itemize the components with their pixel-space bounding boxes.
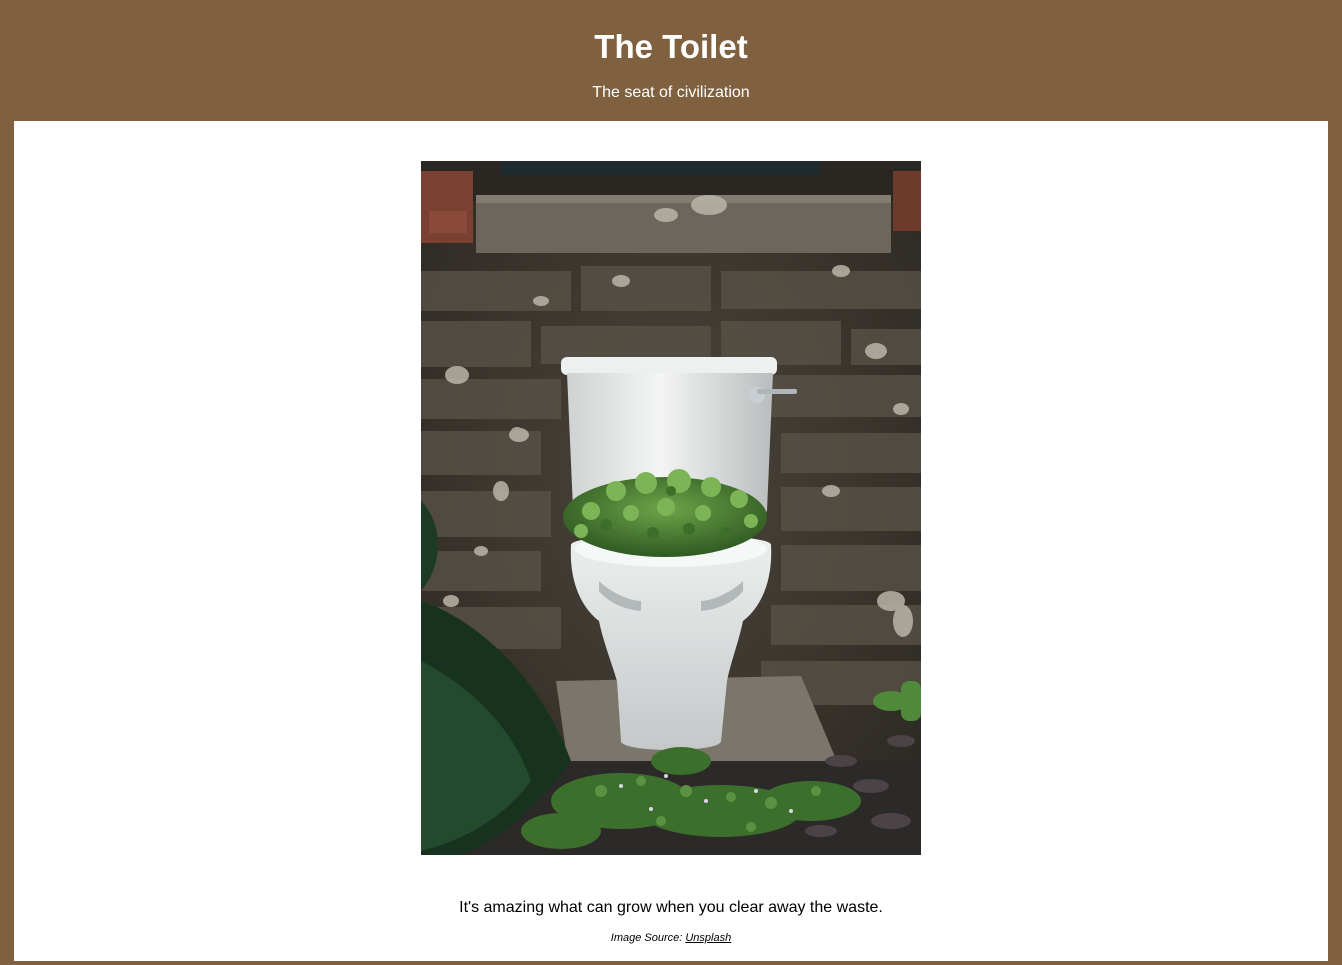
page-tagline: The seat of civilization xyxy=(592,84,750,101)
page-title: The Toilet xyxy=(594,28,748,65)
unsplash-link[interactable]: Unsplash xyxy=(685,932,731,944)
content-card: It's amazing what can grow when you clea… xyxy=(14,121,1328,961)
toilet-plant-photo xyxy=(421,161,921,855)
image-credit: Image Source: Unsplash xyxy=(14,931,1328,945)
site-header: The Toilet The seat of civilization xyxy=(0,0,1342,121)
photo-caption: It's amazing what can grow when you clea… xyxy=(459,899,883,916)
credit-label: Image Source: xyxy=(610,932,686,944)
